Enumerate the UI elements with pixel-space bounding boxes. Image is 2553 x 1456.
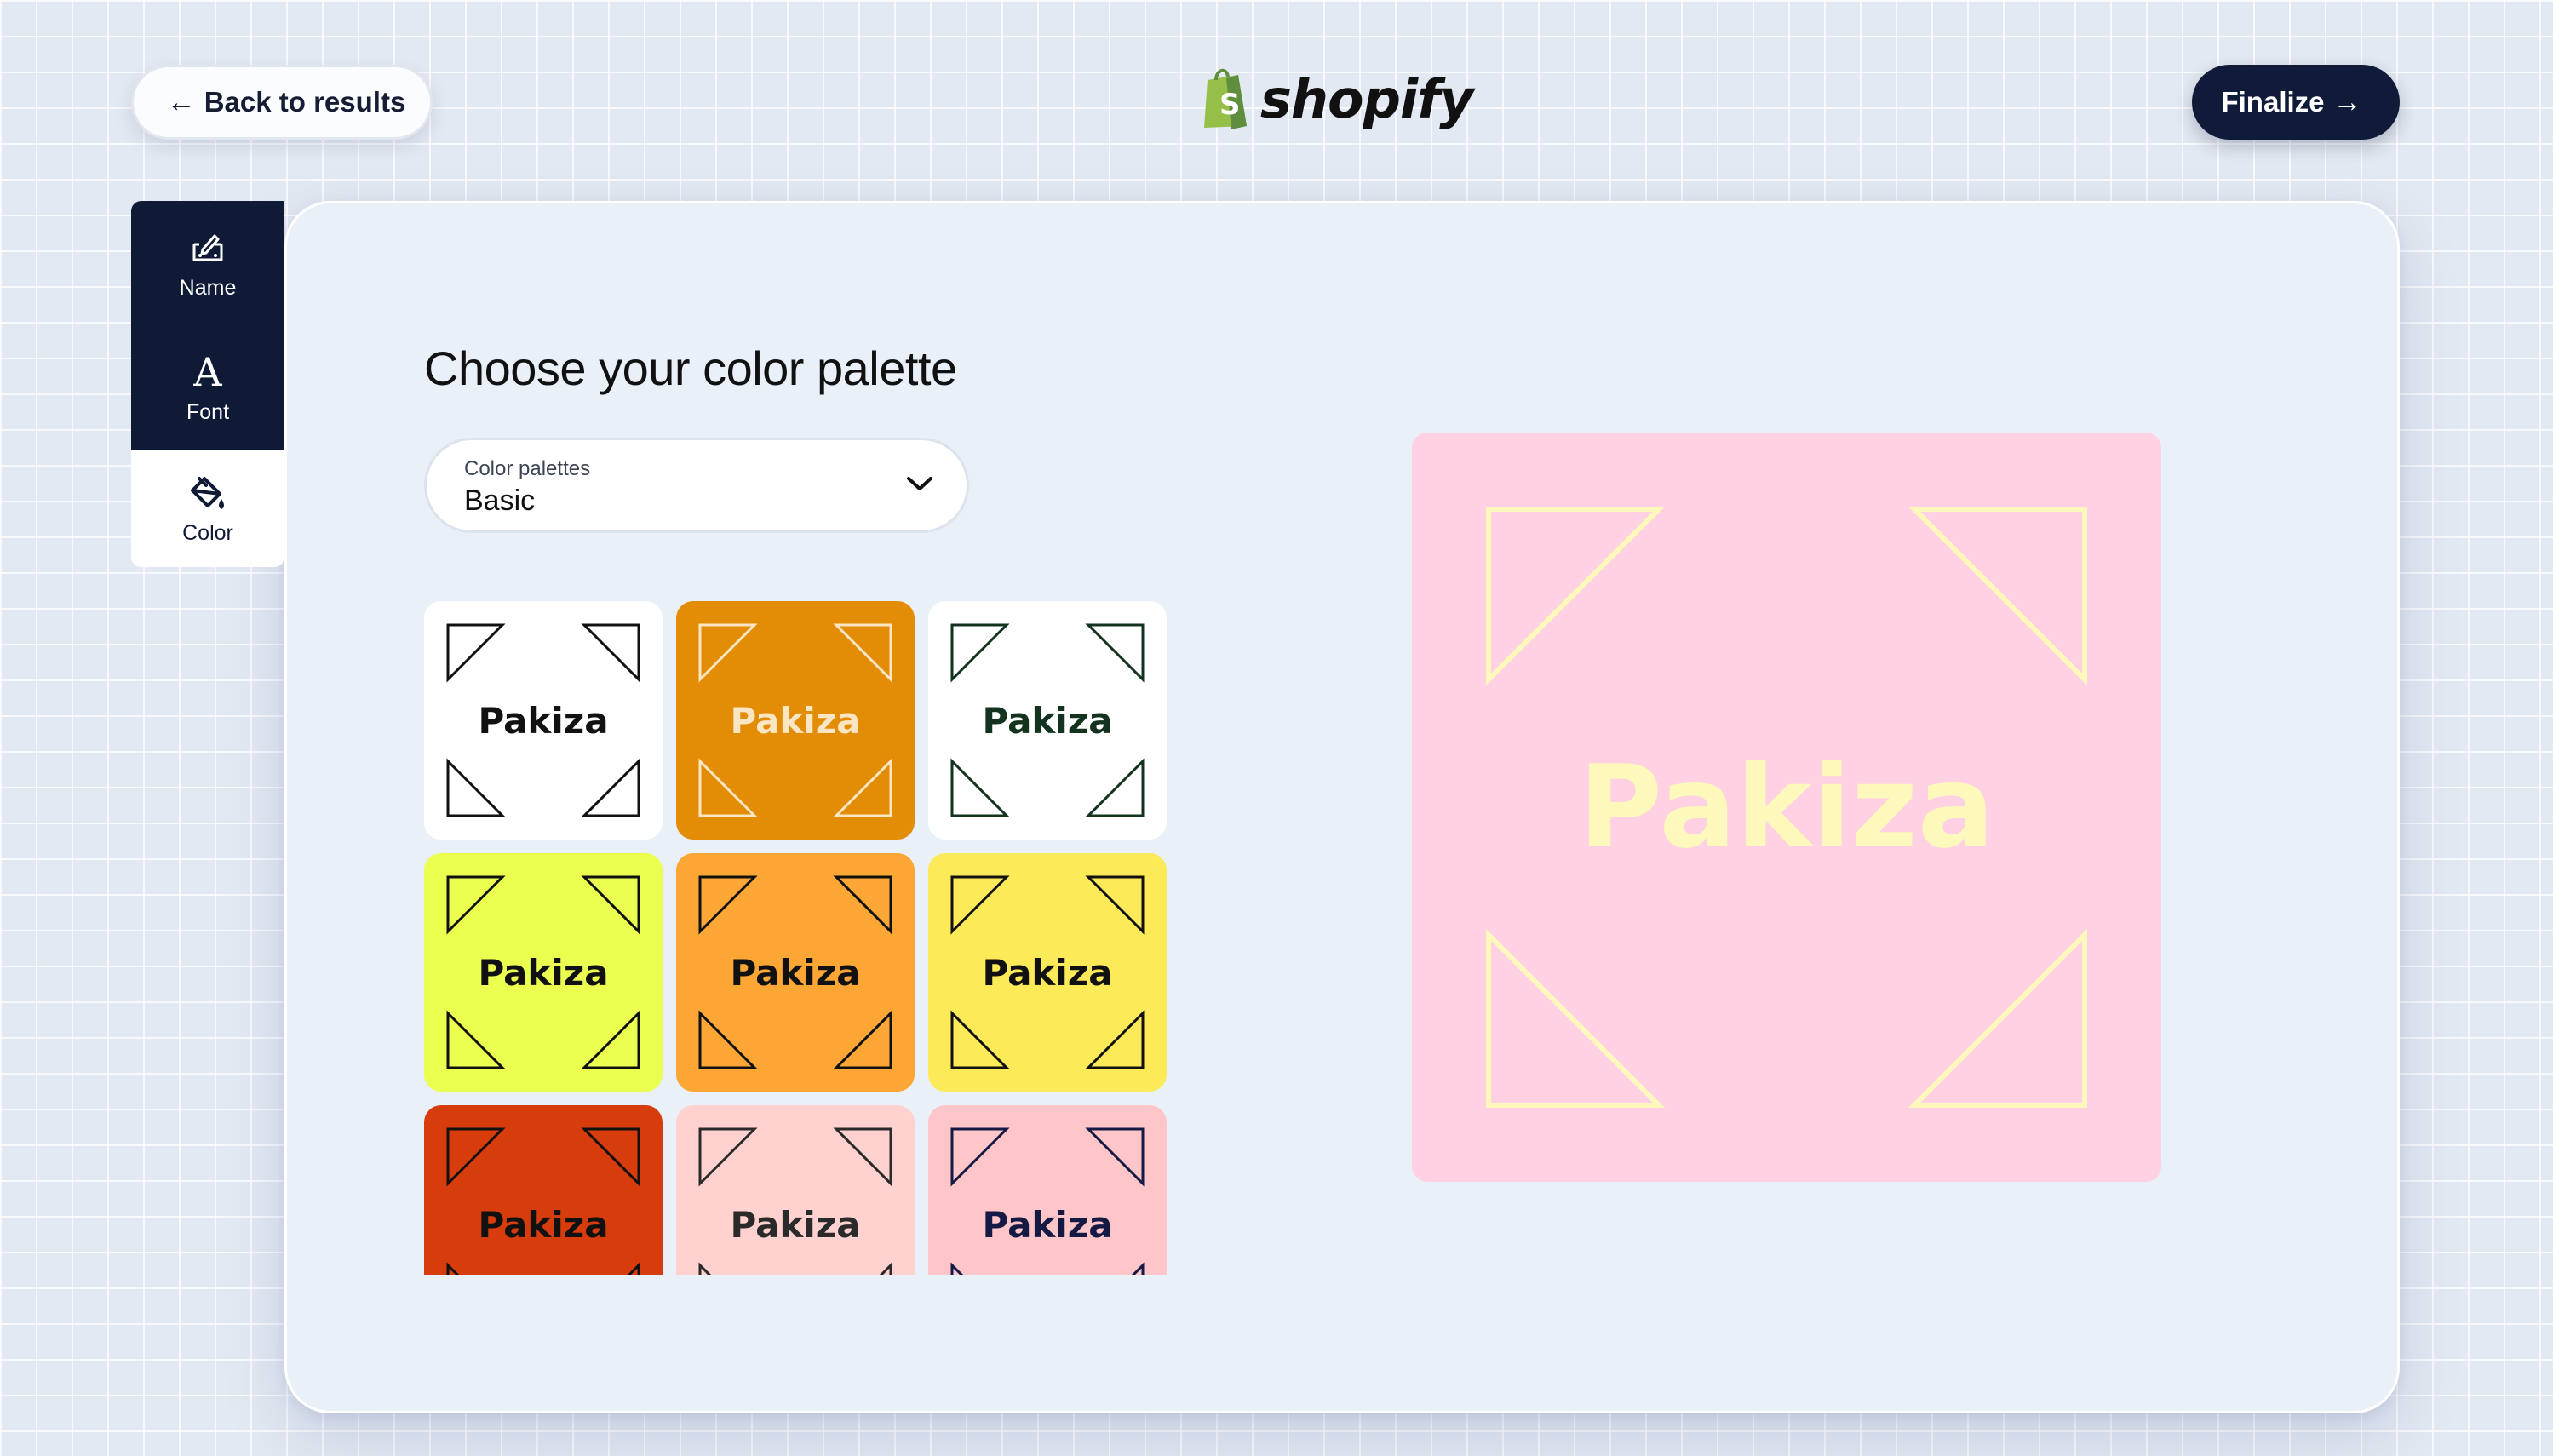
swatch-brand-name: Pakiza [982,951,1113,994]
palette-swatch[interactable]: Pakiza [928,1105,1167,1275]
swatch-brand-name: Pakiza [478,951,609,994]
select-label: Color palettes [464,457,591,480]
swatch-brand-name: Pakiza [478,1203,609,1246]
swatch-brand-name: Pakiza [730,951,861,994]
swatch-brand-name: Pakiza [478,699,609,742]
arrow-left-icon: ← [166,85,196,118]
swatch-brand-name: Pakiza [982,1203,1113,1246]
arrow-right-icon: → [2332,85,2362,118]
palette-swatch[interactable]: Pakiza [424,853,663,1092]
font-a-icon: A [193,348,222,395]
swatch-brand-name: Pakiza [982,699,1113,742]
color-palettes-select[interactable]: Color palettes Basic [424,438,969,533]
swatch-brand-name: Pakiza [730,699,861,742]
palette-swatch[interactable]: Pakiza [928,601,1167,840]
sidebar-item-name[interactable]: Name [131,201,284,325]
palette-swatch[interactable]: Pakiza [928,853,1167,1092]
sidebar-item-label: Name [179,275,237,300]
shopify-bag-icon: S [1204,68,1247,129]
finalize-button-label: Finalize [2221,86,2325,118]
palette-swatch[interactable]: Pakiza [676,1105,915,1275]
sidebar-item-label: Color [182,520,233,545]
palette-swatch[interactable]: Pakiza [676,853,915,1092]
paint-bucket-icon [187,472,228,514]
shopify-logo: S shopify [1201,66,1474,131]
sidebar-item-label: Font [186,399,230,424]
palette-swatch[interactable]: Pakiza [424,1105,663,1275]
chevron-down-icon [907,477,932,490]
svg-text:S: S [1219,88,1241,122]
back-button-label: Back to results [204,86,406,118]
edit-name-icon [189,226,227,269]
back-to-results-button[interactable]: ← Back to results [131,65,433,140]
logo-preview: Pakiza [1412,433,2161,1182]
editor-sidebar: Name A Font Color [131,201,284,567]
select-value: Basic [464,484,536,517]
palette-swatch[interactable]: Pakiza [676,601,915,840]
sidebar-item-color[interactable]: Color [131,450,284,567]
palette-swatch-grid: Pakiza Pakiza Pakiza Pakiza Pakiza Pakiza Paki… [424,601,1167,1275]
sidebar-item-font[interactable]: A Font [131,325,284,450]
finalize-button[interactable]: Finalize → [2192,65,2400,140]
preview-brand-name: Pakiza [1578,741,1995,874]
shopify-wordmark: shopify [1260,67,1474,130]
page-title: Choose your color palette [424,341,957,395]
swatch-brand-name: Pakiza [730,1203,861,1246]
palette-swatch[interactable]: Pakiza [424,601,663,840]
